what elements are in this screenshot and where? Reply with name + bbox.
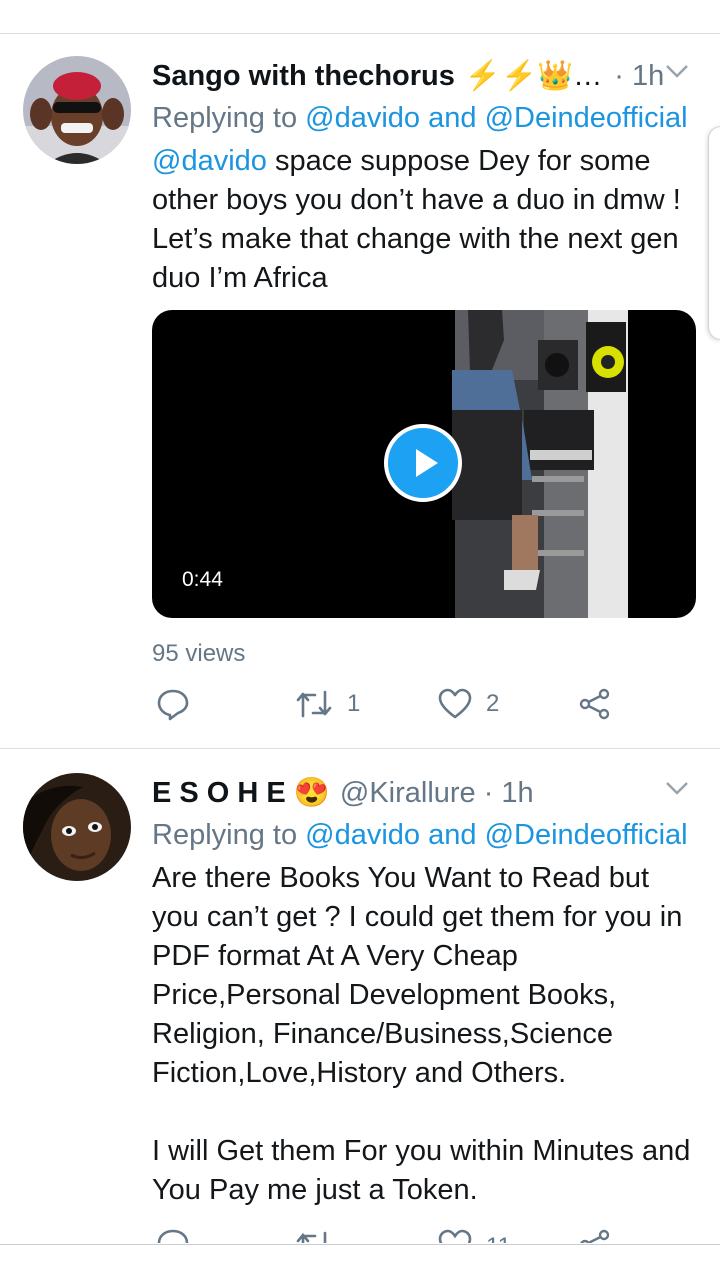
share-icon [579, 688, 610, 720]
play-icon [416, 449, 438, 477]
avatar[interactable] [23, 56, 131, 164]
like-count: 2 [486, 690, 500, 717]
emoji-badges: ⚡⚡👑… [464, 60, 603, 92]
reply-prefix: Replying to [152, 102, 306, 134]
share-button[interactable] [578, 688, 612, 720]
tweet-text: I will Get them For you within Minutes a… [152, 1135, 691, 1206]
reply-join: and [420, 819, 485, 851]
heart-icon [438, 1229, 472, 1243]
tweet-actions: 1 2 [152, 688, 696, 748]
retweet-icon [296, 1231, 327, 1243]
emoji-badges: 😍 [293, 777, 330, 809]
tweet-content: E S O H E 😍 @Kirallure · 1h Replying to … [152, 771, 696, 1210]
bottom-divider [0, 1244, 720, 1245]
like-count: 11 [486, 1233, 511, 1243]
retweet-icon [296, 690, 332, 718]
like-button[interactable]: 2 [438, 688, 499, 720]
heart-icon [438, 688, 472, 719]
mention-link[interactable]: @davido [305, 819, 420, 851]
avatar[interactable] [23, 773, 131, 881]
reply-prefix: Replying to [152, 819, 306, 851]
reply-context: Replying to @davido and @Deindeofficial [152, 815, 696, 855]
tweet-2[interactable]: E S O H E 😍 @Kirallure · 1h Replying to … [0, 749, 720, 1243]
mention-link[interactable]: @Deindeofficial [485, 102, 688, 134]
reply-join: and [420, 102, 485, 134]
tweet-content: Sango with thechorus ⚡⚡👑… · 1h Replying … [152, 54, 696, 748]
reply-context: Replying to @davido and @Deindeofficial [152, 98, 696, 138]
mention-link[interactable]: @Deindeofficial [485, 819, 688, 851]
display-name[interactable]: Sango with thechorus [152, 60, 455, 93]
user-handle[interactable]: @Kirallure [340, 777, 476, 810]
tweet-header: Sango with thechorus ⚡⚡👑… · 1h [152, 54, 696, 98]
mention-link[interactable]: @davido [305, 102, 420, 134]
chevron-down-icon[interactable] [662, 60, 692, 84]
retweet-button[interactable]: 1 [295, 688, 360, 720]
chevron-down-icon[interactable] [662, 777, 692, 801]
like-button[interactable]: 11 [438, 1229, 511, 1243]
share-icon [580, 1229, 610, 1243]
display-name[interactable]: E S O H E [152, 777, 286, 810]
tweet-1[interactable]: Sango with thechorus ⚡⚡👑… · 1h Replying … [0, 34, 720, 748]
reply-icon [157, 689, 189, 721]
retweet-count: 1 [347, 690, 361, 717]
tweet-header: E S O H E 😍 @Kirallure · 1h [152, 771, 696, 815]
view-count: 95 views [152, 640, 246, 667]
reply-button[interactable] [156, 1227, 190, 1243]
video-duration: 0:44 [182, 568, 223, 591]
play-button[interactable] [384, 424, 462, 502]
reply-icon [157, 1229, 189, 1243]
video-player[interactable]: 0:44 [152, 310, 696, 618]
share-button[interactable] [578, 1229, 612, 1243]
retweet-button[interactable] [295, 1229, 333, 1243]
reply-button[interactable] [156, 687, 190, 721]
timestamp[interactable]: · 1h [484, 777, 534, 810]
timestamp[interactable]: · 1h [614, 60, 664, 93]
tweet-text: @davido space suppose Dey for some other… [152, 142, 696, 298]
tweet-actions-clipped: 11 [152, 1227, 696, 1243]
tweet-text: Are there Books You Want to Read but you… [152, 862, 683, 1089]
mention-link[interactable]: @davido [152, 145, 267, 177]
